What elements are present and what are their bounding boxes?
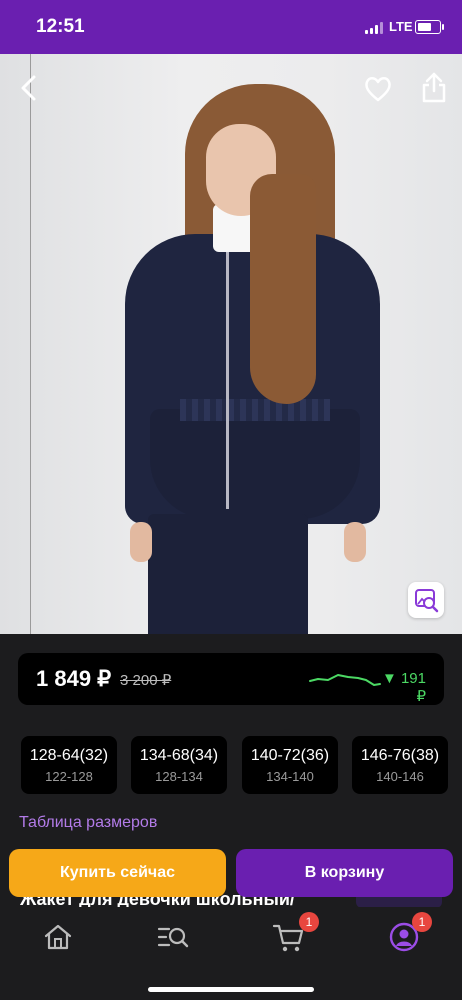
- size-label: 128-64(32): [29, 747, 109, 764]
- price-trend-icon: [309, 674, 381, 686]
- price-drop: ▼ 191 ₽: [381, 670, 426, 705]
- size-label: 134-68(34): [139, 747, 219, 764]
- share-icon[interactable]: [418, 70, 450, 104]
- status-bar: 12:51 LTE: [0, 0, 462, 54]
- heart-icon[interactable]: [362, 73, 394, 105]
- size-selector: 128-64(32) 122-128 134-68(34) 128-134 14…: [21, 736, 448, 794]
- home-indicator: [148, 987, 314, 992]
- size-height: 128-134: [155, 769, 203, 784]
- size-height: 134-140: [266, 769, 314, 784]
- back-arrow-icon[interactable]: [14, 72, 46, 104]
- size-height: 140-146: [376, 769, 424, 784]
- status-time: 12:51: [36, 16, 85, 37]
- current-price: 1 849 ₽: [36, 666, 112, 691]
- battery-icon: [415, 20, 444, 34]
- network-label: LTE: [389, 19, 413, 34]
- size-table-link[interactable]: Таблица размеров: [19, 814, 157, 832]
- bottom-tab-bar: 1 1: [0, 907, 462, 1000]
- size-option[interactable]: 134-68(34) 128-134: [131, 736, 227, 794]
- price-card[interactable]: 1 849 ₽ 3 200 ₽ ▼ 191 ₽: [18, 653, 444, 705]
- catalog-search-icon[interactable]: [155, 919, 191, 955]
- size-option[interactable]: 140-72(36) 134-140: [242, 736, 338, 794]
- old-price: 3 200 ₽: [120, 672, 172, 689]
- cart-badge: 1: [299, 912, 319, 932]
- product-image[interactable]: [0, 54, 462, 634]
- size-height: 122-128: [45, 769, 93, 784]
- profile-badge: 1: [412, 912, 432, 932]
- add-to-cart-button[interactable]: В корзину: [236, 849, 453, 897]
- size-label: 146-76(38): [360, 747, 440, 764]
- size-label: 140-72(36): [250, 747, 330, 764]
- signal-icon: [365, 22, 385, 34]
- size-option[interactable]: 146-76(38) 140-146: [352, 736, 448, 794]
- buy-now-button[interactable]: Купить сейчас: [9, 849, 226, 897]
- photo-search-icon[interactable]: [408, 582, 444, 618]
- home-icon[interactable]: [40, 919, 76, 955]
- size-option[interactable]: 128-64(32) 122-128: [21, 736, 117, 794]
